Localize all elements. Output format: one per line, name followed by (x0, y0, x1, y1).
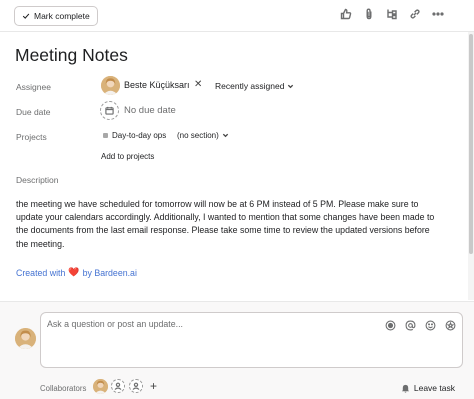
mark-complete-label: Mark complete (34, 11, 90, 21)
remove-assignee-icon[interactable]: ✕ (194, 79, 202, 90)
chevron-down-icon (222, 133, 228, 138)
more-icon[interactable] (432, 7, 444, 21)
mark-complete-button[interactable]: Mark complete (14, 6, 98, 26)
recently-assigned-label: Recently assigned (215, 81, 285, 91)
description-label: Description (16, 175, 59, 185)
due-date-value[interactable]: No due date (124, 105, 176, 116)
created-prefix: Created with (16, 267, 66, 278)
heart-icon: ❤️ (68, 267, 80, 277)
link-icon[interactable] (409, 7, 421, 21)
leave-task-label: Leave task (413, 383, 455, 393)
mention-icon[interactable] (404, 319, 416, 331)
comment-box[interactable] (40, 312, 463, 368)
assignee-label: Assignee (16, 82, 51, 92)
comment-panel: Collaborators + Leave task (0, 301, 474, 399)
star-icon[interactable] (444, 319, 456, 331)
calendar-icon[interactable] (100, 101, 119, 120)
leave-task-button[interactable]: Leave task (401, 383, 455, 393)
subtask-icon[interactable] (386, 7, 398, 21)
assignee-avatar[interactable] (101, 76, 120, 95)
collaborators-label: Collaborators (40, 384, 87, 393)
assignee-name[interactable]: Beste Küçüksarı (124, 80, 190, 90)
recently-assigned-dropdown[interactable]: Recently assigned (215, 81, 294, 91)
add-to-projects-button[interactable]: Add to projects (101, 152, 154, 161)
add-collaborator-button[interactable]: + (150, 379, 157, 393)
current-user-avatar (15, 328, 36, 349)
bell-icon (401, 384, 409, 393)
project-name[interactable]: Day-to-day ops (112, 131, 166, 140)
thumbs-up-icon[interactable] (340, 7, 352, 21)
task-title[interactable]: Meeting Notes (15, 45, 128, 66)
comment-input[interactable] (47, 319, 367, 329)
add-collaborator-icon[interactable] (111, 379, 125, 393)
scrollbar-thumb[interactable] (469, 34, 473, 254)
section-dropdown[interactable]: (no section) (177, 131, 229, 140)
task-toolbar: Mark complete (0, 0, 474, 32)
project-color-dot (103, 133, 108, 138)
record-icon[interactable] (384, 319, 396, 331)
attachment-icon[interactable] (363, 7, 375, 21)
scrollbar[interactable] (468, 32, 474, 300)
collaborator-avatar[interactable] (93, 379, 108, 394)
description-text[interactable]: the meeting we have scheduled for tomorr… (16, 198, 436, 251)
emoji-icon[interactable] (424, 319, 436, 331)
projects-label: Projects (16, 132, 47, 142)
chevron-down-icon (288, 84, 294, 88)
created-suffix: by Bardeen.ai (82, 267, 137, 278)
section-label: (no section) (177, 131, 219, 140)
check-icon (22, 13, 30, 19)
add-collaborator-icon[interactable] (129, 379, 143, 393)
due-date-label: Due date (16, 107, 51, 117)
created-with-link[interactable]: Created with ❤️ by Bardeen.ai (16, 267, 137, 278)
